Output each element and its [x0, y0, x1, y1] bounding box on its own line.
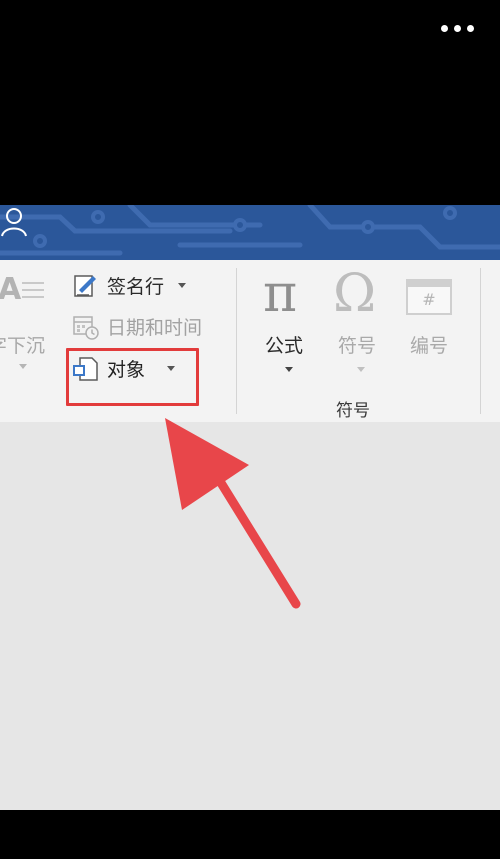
pointer-arrow	[165, 418, 301, 609]
